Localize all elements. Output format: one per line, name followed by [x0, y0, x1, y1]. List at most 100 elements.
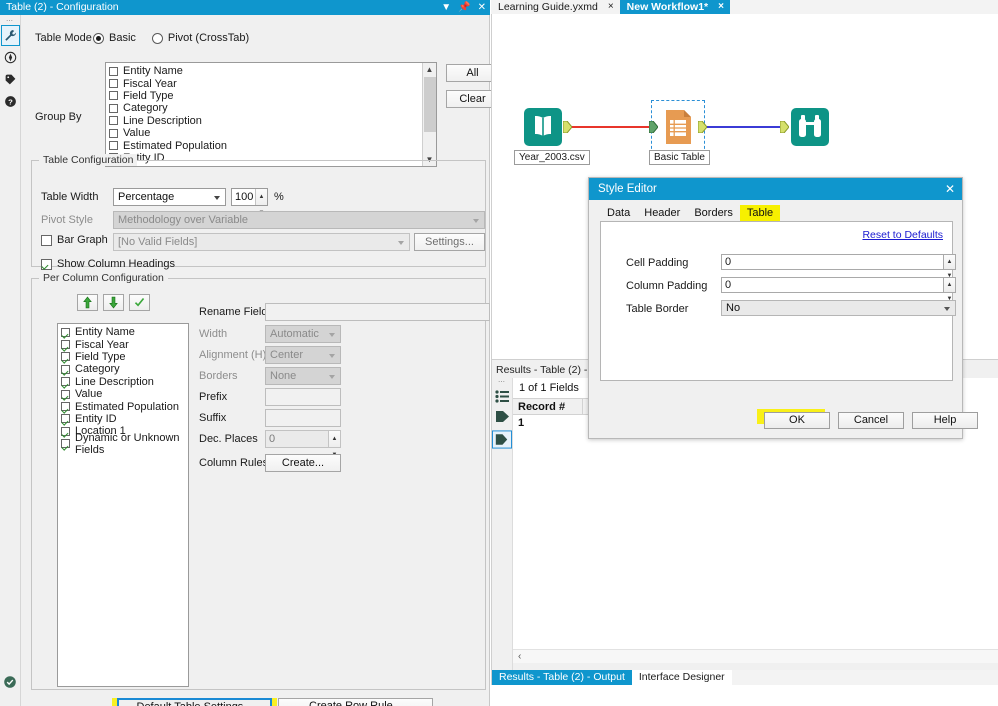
- tab-results-table-output[interactable]: Results - Table (2) - Output: [492, 670, 632, 685]
- output-anchor[interactable]: [563, 121, 571, 132]
- workflow-tab-new-workflow1[interactable]: New Workflow1* ×: [620, 0, 730, 14]
- list-item[interactable]: Estimated Population: [109, 139, 436, 151]
- chevron-left-icon[interactable]: ‹: [518, 651, 521, 662]
- table-width-number-input[interactable]: 100 ▲▼: [231, 188, 268, 206]
- checkbox[interactable]: [109, 67, 118, 76]
- ok-button[interactable]: OK: [764, 412, 830, 429]
- list-item[interactable]: Entity Name: [109, 65, 436, 77]
- input-anchor[interactable]: [649, 121, 657, 132]
- create-column-rules-button[interactable]: Create...: [265, 454, 341, 472]
- list-item[interactable]: Value: [61, 388, 188, 400]
- per-column-list[interactable]: Entity Name Fiscal Year Field Type Categ…: [57, 323, 189, 687]
- help-button[interactable]: Help: [912, 412, 978, 429]
- create-row-rule-button[interactable]: Create Row Rule...: [278, 698, 433, 706]
- rename-field-input[interactable]: [265, 303, 490, 321]
- target-icon[interactable]: [1, 47, 20, 68]
- tab-interface-designer[interactable]: Interface Designer: [632, 670, 732, 685]
- checkbox[interactable]: [61, 427, 70, 436]
- list-item[interactable]: Fiscal Year: [109, 77, 436, 89]
- checkbox[interactable]: [109, 91, 118, 100]
- results-horizontal-scroll[interactable]: ‹: [513, 649, 998, 663]
- connector-table-to-browse[interactable]: [699, 126, 785, 128]
- cell-padding-input[interactable]: 0 ▲▼: [721, 254, 956, 270]
- column-padding-input[interactable]: 0 ▲▼: [721, 277, 956, 293]
- workflow-node-browse[interactable]: [789, 106, 831, 148]
- list-view-icon[interactable]: [492, 387, 512, 406]
- input-anchor[interactable]: [780, 121, 788, 132]
- spinner-up-icon[interactable]: ▲: [944, 255, 955, 269]
- group-by-scrollbar[interactable]: ▲ ▼: [422, 63, 436, 166]
- checkbox[interactable]: [61, 390, 70, 399]
- checkbox[interactable]: [61, 365, 70, 374]
- default-table-settings-button[interactable]: Default Table Settings...: [117, 698, 272, 706]
- arrow-down-icon[interactable]: [103, 294, 124, 311]
- output-anchor-icon-selected[interactable]: [492, 428, 512, 450]
- checkbox[interactable]: [109, 104, 118, 113]
- help-icon[interactable]: ?: [1, 91, 20, 112]
- checkbox[interactable]: [61, 402, 70, 411]
- wrench-icon[interactable]: [1, 25, 20, 46]
- table-border-select[interactable]: No: [721, 300, 956, 316]
- fields-selector[interactable]: 1 of 1 Fields ▼: [513, 378, 597, 398]
- list-item[interactable]: Field Type: [109, 90, 436, 102]
- output-anchor[interactable]: [698, 121, 706, 132]
- checkbox[interactable]: [109, 79, 118, 88]
- close-icon[interactable]: ×: [608, 0, 614, 14]
- checkbox[interactable]: [61, 328, 70, 337]
- close-icon[interactable]: ✕: [945, 178, 955, 200]
- list-item[interactable]: Dynamic or Unknown Fields: [61, 438, 188, 450]
- checkbox[interactable]: [109, 129, 118, 138]
- connector-input-to-table[interactable]: [565, 126, 655, 128]
- bar-graph-checkbox-row[interactable]: Bar Graph: [41, 234, 108, 246]
- group-by-list[interactable]: Entity Name Fiscal Year Field Type Categ…: [105, 62, 437, 167]
- reset-to-defaults-link[interactable]: Reset to Defaults: [862, 229, 943, 241]
- show-column-headings-row[interactable]: Show Column Headings: [41, 258, 175, 270]
- list-item[interactable]: Estimated Population: [61, 400, 188, 412]
- check-icon[interactable]: [129, 294, 150, 311]
- radio-basic[interactable]: Basic: [93, 32, 136, 44]
- radio-pivot[interactable]: Pivot (CrossTab): [152, 32, 249, 44]
- table-width-select[interactable]: Percentage: [113, 188, 226, 206]
- show-column-headings-checkbox[interactable]: [41, 259, 52, 270]
- checkbox[interactable]: [109, 116, 118, 125]
- tag-icon[interactable]: [1, 69, 20, 90]
- checkbox[interactable]: [61, 439, 70, 448]
- column-header-record[interactable]: Record #: [513, 398, 583, 415]
- list-item[interactable]: Category: [109, 102, 436, 114]
- list-item[interactable]: Entity Name: [61, 326, 188, 338]
- list-item[interactable]: Entity ID: [61, 413, 188, 425]
- close-icon[interactable]: ×: [718, 0, 724, 14]
- workflow-node-basic-table[interactable]: Basic Table: [657, 106, 699, 148]
- checkbox[interactable]: [61, 352, 70, 361]
- scroll-up-icon[interactable]: ▲: [423, 63, 436, 76]
- close-icon[interactable]: ✕: [478, 0, 486, 15]
- checkbox[interactable]: [61, 414, 70, 423]
- input-anchor-icon[interactable]: [492, 406, 512, 426]
- tab-table[interactable]: Table: [740, 205, 780, 221]
- scrollbar-thumb[interactable]: [424, 77, 436, 132]
- bar-graph-checkbox[interactable]: [41, 235, 52, 246]
- tab-data[interactable]: Data: [600, 205, 637, 221]
- tab-borders[interactable]: Borders: [687, 205, 740, 221]
- chevron-down-icon[interactable]: ▼: [441, 0, 451, 15]
- tab-header[interactable]: Header: [637, 205, 687, 221]
- spinner-arrows[interactable]: ▲▼: [943, 254, 956, 270]
- list-item[interactable]: Value: [109, 127, 436, 139]
- list-item[interactable]: Line Description: [109, 115, 436, 127]
- list-item[interactable]: Field Type: [61, 351, 188, 363]
- workflow-tab-learning-guide[interactable]: Learning Guide.yxmd ×: [491, 0, 620, 14]
- pin-icon[interactable]: 📌: [458, 0, 470, 15]
- spinner-arrows[interactable]: ▲▼: [255, 189, 267, 205]
- list-item[interactable]: Line Description: [61, 376, 188, 388]
- checkbox[interactable]: [109, 141, 118, 150]
- workflow-node-input[interactable]: Year_2003.csv: [522, 106, 564, 148]
- checkbox[interactable]: [61, 340, 70, 349]
- list-item[interactable]: Fiscal Year: [61, 338, 188, 350]
- spinner-arrows[interactable]: ▲▼: [943, 277, 956, 293]
- spinner-up-icon[interactable]: ▲: [256, 189, 267, 205]
- arrow-up-icon[interactable]: [77, 294, 98, 311]
- cancel-button[interactable]: Cancel: [838, 412, 904, 429]
- prefix-input[interactable]: [265, 388, 341, 406]
- suffix-input[interactable]: [265, 409, 341, 427]
- checkbox[interactable]: [61, 377, 70, 386]
